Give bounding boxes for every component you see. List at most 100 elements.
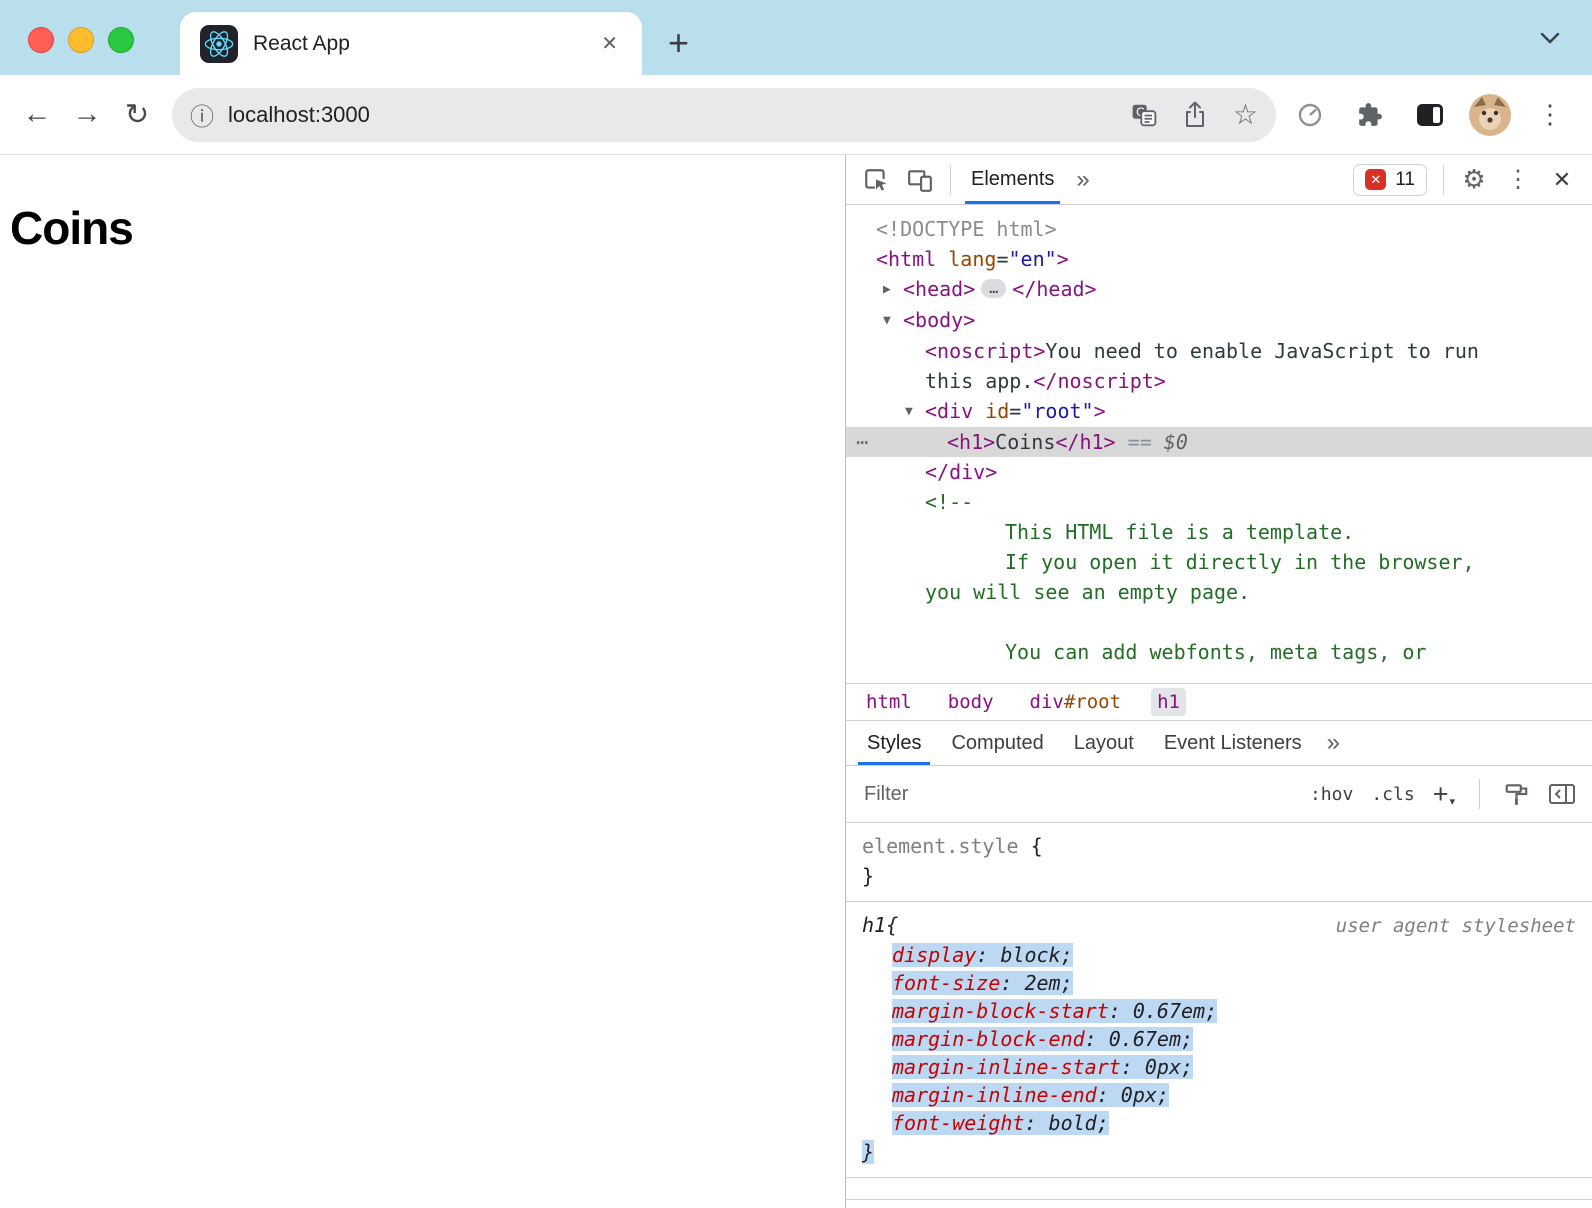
more-tabs-chevron-icon[interactable]: » bbox=[1068, 166, 1097, 194]
dom-line-selected[interactable]: ⋯ <h1>Coins</h1> == $0 bbox=[846, 427, 1592, 457]
reload-button[interactable]: ↻ bbox=[112, 90, 162, 140]
empty-section bbox=[846, 1178, 1592, 1200]
breadcrumb-item[interactable]: html bbox=[860, 688, 918, 716]
error-count: 11 bbox=[1395, 168, 1415, 190]
style-property[interactable]: display: block; bbox=[862, 941, 1576, 969]
dom-line[interactable]: </div> bbox=[846, 457, 1592, 487]
dom-line[interactable]: <noscript>You need to enable JavaScript … bbox=[846, 336, 1592, 366]
dom-line[interactable]: this app.</noscript> bbox=[846, 366, 1592, 396]
style-property[interactable]: margin-inline-end: 0px; bbox=[862, 1081, 1576, 1109]
element-style-selector: element.style bbox=[862, 834, 1019, 858]
styles-pane: element.style { } h1 { user agent styles… bbox=[846, 823, 1592, 1208]
styles-tab-list: Styles Computed Layout Event Listeners bbox=[852, 721, 1317, 765]
dom-line[interactable]: This HTML file is a template. bbox=[846, 517, 1592, 547]
rendered-page: Coins bbox=[0, 155, 845, 1208]
dom-line[interactable]: If you open it directly in the browser, bbox=[846, 547, 1592, 577]
tab-styles[interactable]: Styles bbox=[852, 721, 936, 765]
expand-arrow-icon[interactable]: ▶ bbox=[883, 275, 903, 305]
style-properties: display: block; font-size: 2em; margin-blo… bbox=[862, 941, 1576, 1137]
profile-avatar[interactable] bbox=[1466, 90, 1514, 140]
minimize-window-button[interactable] bbox=[68, 27, 94, 53]
browser-menu-kebab-icon[interactable]: ⋮ bbox=[1526, 90, 1574, 140]
rendering-emulation-icon[interactable] bbox=[1504, 781, 1530, 807]
style-property[interactable]: margin-block-start: 0.67em; bbox=[862, 997, 1576, 1025]
tab-computed[interactable]: Computed bbox=[936, 721, 1058, 765]
rule-selector[interactable]: h1 bbox=[862, 910, 886, 940]
bookmark-star-icon[interactable]: ☆ bbox=[1233, 98, 1258, 131]
site-info-icon[interactable]: ⓘ bbox=[190, 97, 214, 132]
styles-tab-bar: Styles Computed Layout Event Listeners » bbox=[846, 721, 1592, 766]
toolbar-right-cluster: ⋮ bbox=[1286, 90, 1580, 140]
styles-filter-bar: :hov .cls +▾ bbox=[846, 766, 1592, 823]
tab-title: React App bbox=[253, 31, 350, 55]
dom-line[interactable]: <!DOCTYPE html> bbox=[846, 214, 1592, 244]
dom-line[interactable]: you will see an empty page. bbox=[846, 577, 1592, 607]
style-property[interactable]: font-size: 2em; bbox=[862, 969, 1576, 997]
tab-search-chevron-icon[interactable] bbox=[1540, 32, 1560, 44]
browser-window: React App ✕ + ← → ↻ ⓘ localhost:3000 G ☆… bbox=[0, 0, 1592, 1208]
error-icon: ✕ bbox=[1365, 169, 1387, 190]
side-panel-icon[interactable] bbox=[1406, 90, 1454, 140]
style-property[interactable]: margin-inline-start: 0px; bbox=[862, 1053, 1576, 1081]
dom-line[interactable]: ▼ <body> bbox=[846, 305, 1592, 336]
traffic-lights bbox=[28, 27, 134, 53]
divider bbox=[950, 164, 951, 195]
devtools-header: Elements » ✕ 11 ⚙ ⋮ ✕ bbox=[846, 155, 1592, 205]
translate-icon[interactable]: G bbox=[1131, 102, 1157, 128]
breadcrumb-item[interactable]: h1 bbox=[1151, 688, 1186, 716]
devtools-menu-kebab-icon[interactable]: ⋮ bbox=[1498, 160, 1538, 200]
dom-line[interactable] bbox=[846, 607, 1592, 637]
back-button[interactable]: ← bbox=[12, 90, 62, 140]
breadcrumb-item[interactable]: div #root bbox=[1024, 688, 1128, 716]
dom-line[interactable]: ▶ <head>… </head> bbox=[846, 274, 1592, 305]
devtools-panel: Elements » ✕ 11 ⚙ ⋮ ✕ <!DOCTYPE html> <ht… bbox=[845, 155, 1592, 1208]
dom-line[interactable]: You can add webfonts, meta tags, or bbox=[846, 637, 1592, 667]
divider bbox=[1479, 779, 1480, 809]
address-bar[interactable]: ⓘ localhost:3000 G ☆ bbox=[172, 87, 1276, 142]
expand-arrow-icon[interactable]: ▼ bbox=[883, 306, 903, 336]
h1-style-rule[interactable]: h1 { user agent stylesheet display: bloc… bbox=[846, 902, 1592, 1178]
toggle-class-button[interactable]: .cls bbox=[1371, 784, 1414, 805]
style-property[interactable]: margin-block-end: 0.67em; bbox=[862, 1025, 1576, 1053]
element-style-rule[interactable]: element.style { } bbox=[846, 823, 1592, 902]
tab-elements[interactable]: Elements bbox=[961, 155, 1064, 204]
dom-line[interactable]: ▼ <div id="root"> bbox=[846, 396, 1592, 427]
toggle-sidebar-icon[interactable] bbox=[1548, 782, 1576, 806]
devtools-close-icon[interactable]: ✕ bbox=[1542, 160, 1582, 200]
page-title: Coins bbox=[10, 202, 134, 254]
dom-line[interactable]: <html lang="en"> bbox=[846, 244, 1592, 274]
react-logo-icon bbox=[200, 24, 238, 63]
console-error-badge[interactable]: ✕ 11 bbox=[1353, 163, 1427, 196]
tab-layout[interactable]: Layout bbox=[1059, 721, 1149, 765]
extensions-puzzle-icon[interactable] bbox=[1346, 90, 1394, 140]
fullscreen-window-button[interactable] bbox=[108, 27, 134, 53]
device-toolbar-icon[interactable] bbox=[900, 160, 940, 200]
inspect-element-icon[interactable] bbox=[856, 160, 896, 200]
status-circle-icon[interactable] bbox=[1286, 90, 1334, 140]
dom-tree: <!DOCTYPE html> <html lang="en"> ▶ <head>… <… bbox=[846, 205, 1592, 683]
more-panels-chevron-icon[interactable]: » bbox=[1317, 729, 1350, 757]
browser-tab[interactable]: React App ✕ bbox=[180, 12, 642, 75]
url-text[interactable]: localhost:3000 bbox=[228, 102, 1131, 128]
styles-filter-input[interactable] bbox=[862, 781, 1292, 807]
close-window-button[interactable] bbox=[28, 27, 54, 53]
devtools-settings-gear-icon[interactable]: ⚙ bbox=[1454, 160, 1494, 200]
tab-event-listeners[interactable]: Event Listeners bbox=[1149, 721, 1317, 765]
tab-close-icon[interactable]: ✕ bbox=[597, 27, 622, 60]
divider bbox=[1443, 164, 1444, 195]
tab-strip: React App ✕ + bbox=[0, 0, 1592, 75]
rule-source-label: user agent stylesheet bbox=[1335, 915, 1576, 937]
new-style-rule-button[interactable]: + ▾ bbox=[1433, 779, 1455, 810]
breadcrumb-item[interactable]: body bbox=[942, 688, 1000, 716]
forward-button[interactable]: → bbox=[62, 90, 112, 140]
breadcrumb-bar: html body div #root h1 bbox=[846, 683, 1592, 721]
dom-line[interactable]: <!-- bbox=[846, 487, 1592, 517]
toggle-hover-state-button[interactable]: :hov bbox=[1310, 784, 1353, 805]
content-area: Coins Elements » ✕ 11 ⚙ ⋮ ✕ <!DOCTYPE ht… bbox=[0, 155, 1592, 1208]
share-icon[interactable] bbox=[1183, 100, 1207, 129]
browser-toolbar: ← → ↻ ⓘ localhost:3000 G ☆ ⋮ bbox=[0, 75, 1592, 155]
node-options-dots-icon[interactable]: ⋯ bbox=[856, 427, 868, 457]
style-property[interactable]: font-weight: bold; bbox=[862, 1109, 1576, 1137]
expand-arrow-icon[interactable]: ▼ bbox=[905, 397, 925, 427]
new-tab-button[interactable]: + bbox=[668, 22, 689, 64]
